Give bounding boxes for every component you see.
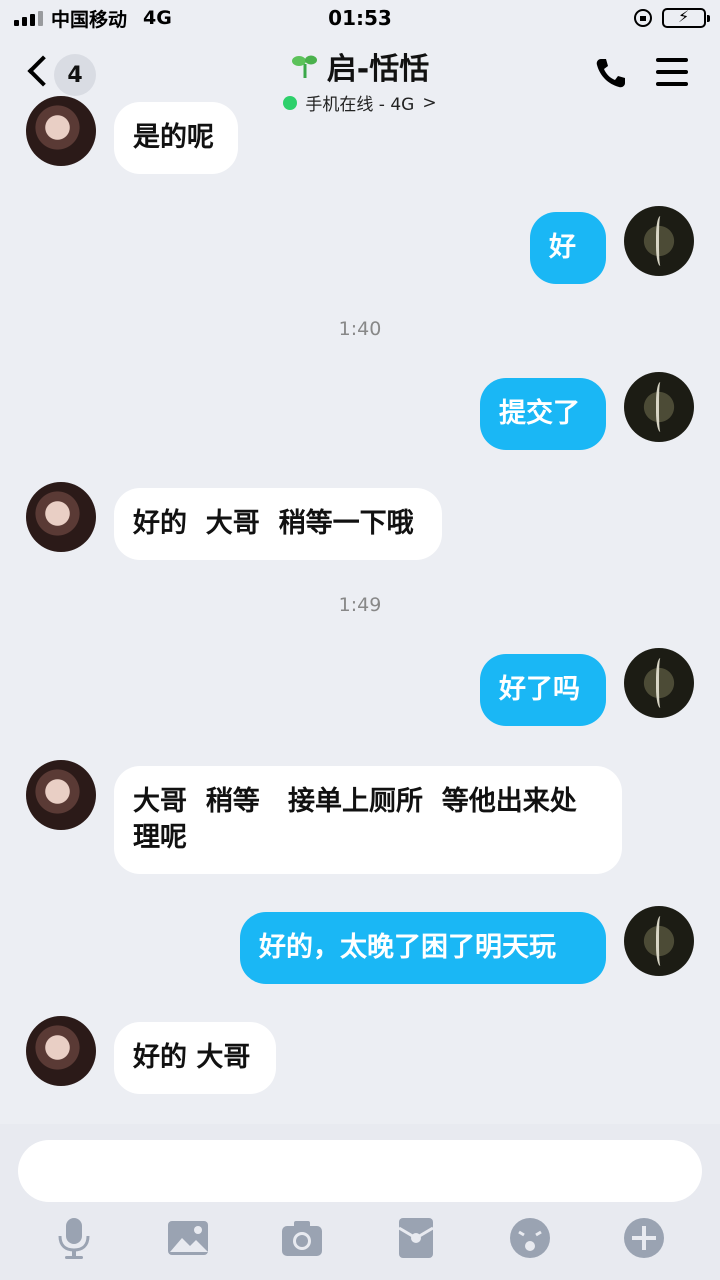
phone-icon[interactable]	[594, 56, 628, 90]
contact-name: 启-恬恬	[326, 52, 430, 87]
red-packet-icon[interactable]	[394, 1216, 438, 1260]
message-bubble[interactable]: 好的 大哥 稍等一下哦	[114, 488, 442, 560]
orientation-lock-icon	[634, 9, 652, 27]
status-bar: 中国移动 4G 01:53 ⚡	[0, 0, 720, 36]
message-bubble[interactable]: 好的，太晚了困了明天玩	[240, 912, 606, 984]
status-right: ⚡	[634, 7, 710, 28]
message-bubble[interactable]: 好了吗	[480, 654, 606, 726]
sprout-icon	[291, 55, 317, 78]
carrier-label: 中国移动	[51, 8, 128, 31]
input-area	[0, 1124, 720, 1280]
status-left: 中国移动 4G	[14, 5, 172, 32]
image-icon[interactable]	[166, 1216, 210, 1260]
message-input[interactable]	[18, 1140, 702, 1202]
message-bubble[interactable]: 好	[530, 212, 606, 284]
contact-avatar[interactable]	[26, 760, 96, 830]
input-toolbar	[0, 1216, 720, 1276]
chevron-right-icon: >	[422, 92, 437, 113]
my-avatar[interactable]	[624, 906, 694, 976]
message-bubble[interactable]: 是的呢	[114, 102, 238, 174]
battery-icon: ⚡	[662, 7, 710, 28]
contact-avatar[interactable]	[26, 96, 96, 166]
chat-header: 4 启-恬恬 手机在线 - 4G >	[0, 36, 720, 115]
camera-icon[interactable]	[280, 1216, 324, 1260]
message-bubble[interactable]: 提交了	[480, 378, 606, 450]
menu-icon[interactable]	[656, 58, 688, 86]
online-dot-icon	[283, 95, 298, 110]
contact-avatar[interactable]	[26, 1016, 96, 1086]
online-status-text: 手机在线 - 4G	[305, 95, 415, 115]
my-avatar[interactable]	[624, 372, 694, 442]
contact-title: 启-恬恬	[291, 44, 429, 88]
my-avatar[interactable]	[624, 206, 694, 276]
message-bubble[interactable]: 好的 大哥	[114, 1022, 276, 1094]
plus-icon[interactable]	[622, 1216, 666, 1260]
message-timestamp: 1:40	[338, 318, 382, 340]
message-bubble[interactable]: 大哥 稍等 接单上厕所 等他出来处理呢	[114, 766, 622, 874]
contact-avatar[interactable]	[26, 482, 96, 552]
message-timestamp: 1:49	[338, 594, 382, 616]
microphone-icon[interactable]	[52, 1216, 96, 1260]
my-avatar[interactable]	[624, 648, 694, 718]
online-status: 手机在线 - 4G >	[283, 90, 437, 115]
signal-icon	[14, 10, 43, 26]
network-label: 4G	[143, 7, 172, 29]
emoji-icon[interactable]	[508, 1216, 552, 1260]
